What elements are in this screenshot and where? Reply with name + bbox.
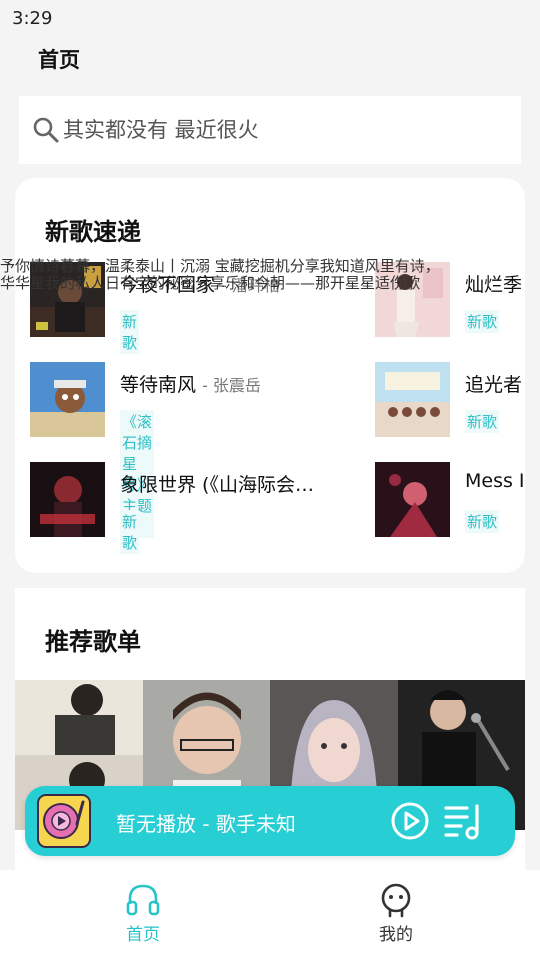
song-cover bbox=[375, 462, 450, 537]
status-bar: 3:29 bbox=[0, 0, 540, 36]
description-line: 予你情诗暮暮，温柔泰山丨沉溺 宝藏挖掘机分享我知道风里有诗， bbox=[0, 258, 440, 275]
nav-mine[interactable]: 我的 bbox=[346, 882, 446, 945]
nav-home[interactable]: 首页 bbox=[93, 882, 193, 945]
playlists-title: 推荐歌单 bbox=[45, 628, 141, 656]
song-item[interactable]: 追光者 新歌 bbox=[375, 362, 525, 438]
song-title: 象限世界 (《山海际会… bbox=[120, 474, 314, 496]
new-songs-title: 新歌速递 bbox=[45, 218, 141, 246]
playlist-description: 予你情诗暮暮，温柔泰山丨沉溺 宝藏挖掘机分享我知道风里有诗， 华华星我的私人日有… bbox=[0, 258, 540, 292]
new-songs-card: 新歌速递 今夜不回家 - 潘玮柏 新歌 灿烂季 新歌 等待南风 - 张震岳 《滚… bbox=[15, 178, 525, 573]
headphones-icon bbox=[126, 884, 160, 916]
song-title: Mess I bbox=[465, 470, 525, 492]
search-bar[interactable] bbox=[19, 96, 521, 164]
song-artist: - 张震岳 bbox=[202, 376, 261, 395]
play-icon[interactable] bbox=[390, 801, 430, 841]
song-tag: 新歌 bbox=[120, 510, 140, 554]
song-item[interactable]: Mess I 新歌 bbox=[375, 462, 525, 538]
search-icon bbox=[33, 117, 59, 143]
bottom-nav: 首页 我的 bbox=[0, 870, 540, 960]
song-title: 追光者 bbox=[465, 374, 523, 396]
description-line: 华华星我的私人日有宝的秘密分享乐和今朝——那开星星适伤歌 bbox=[0, 274, 421, 292]
song-tag: 新歌 bbox=[120, 310, 140, 354]
now-playing-text: 暂无播放 - 歌手未知 bbox=[116, 812, 296, 836]
search-input[interactable] bbox=[63, 118, 503, 142]
song-tag: 新歌 bbox=[465, 410, 500, 433]
mini-player[interactable]: 暂无播放 - 歌手未知 bbox=[25, 786, 515, 856]
song-tag: 新歌 bbox=[465, 310, 500, 333]
record-player-icon bbox=[37, 794, 91, 848]
song-cover bbox=[30, 362, 105, 437]
song-cover bbox=[375, 362, 450, 437]
song-cover bbox=[30, 462, 105, 537]
nav-home-label: 首页 bbox=[126, 925, 160, 945]
song-tag: 新歌 bbox=[465, 510, 500, 533]
face-icon bbox=[381, 883, 411, 918]
song-title: 等待南风 bbox=[120, 374, 197, 396]
nav-mine-label: 我的 bbox=[379, 925, 413, 945]
playlist-icon[interactable] bbox=[443, 800, 485, 842]
status-time: 3:29 bbox=[12, 8, 53, 29]
page-title: 首页 bbox=[38, 48, 80, 72]
